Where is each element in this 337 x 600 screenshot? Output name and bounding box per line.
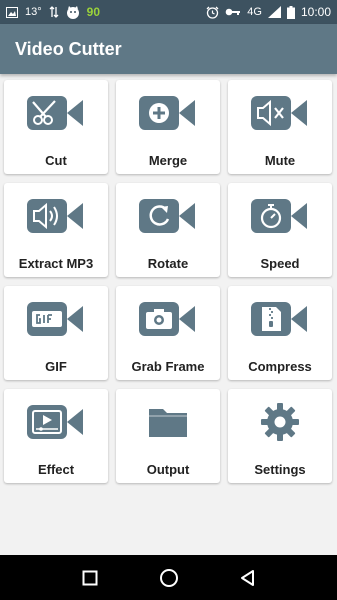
mute-video-icon	[251, 93, 309, 133]
merge-button[interactable]: Merge	[116, 80, 220, 174]
gif-label: GIF	[45, 359, 67, 374]
network-type-text: 4G	[247, 6, 262, 18]
extract-mp3-label: Extract MP3	[18, 256, 94, 271]
compress-label: Compress	[248, 359, 312, 374]
effect-button[interactable]: Effect	[4, 389, 108, 483]
status-bar: 13° 90 4G 10:00	[0, 0, 337, 24]
output-button[interactable]: Output	[116, 389, 220, 483]
speed-button[interactable]: Speed	[228, 183, 332, 277]
gear-icon	[251, 402, 309, 442]
grab-frame-button[interactable]: Grab Frame	[116, 286, 220, 380]
output-label: Output	[146, 462, 190, 477]
data-transfer-icon	[49, 6, 59, 18]
temperature-text: 13°	[25, 6, 42, 18]
rotate-video-icon	[139, 196, 197, 236]
effect-label: Effect	[37, 462, 75, 477]
merge-label: Merge	[148, 153, 188, 168]
cut-label: Cut	[45, 153, 67, 168]
extract-mp3-button[interactable]: Extract MP3	[4, 183, 108, 277]
cut-button[interactable]: Cut	[4, 80, 108, 174]
stopwatch-video-icon	[251, 196, 309, 236]
settings-button[interactable]: Settings	[228, 389, 332, 483]
key-icon	[225, 7, 241, 17]
mute-label: Mute	[264, 153, 296, 168]
plus-video-icon	[139, 93, 197, 133]
compress-button[interactable]: Compress	[228, 286, 332, 380]
battery-percent-text: 90	[86, 5, 100, 19]
app-bar: Video Cutter	[0, 24, 337, 74]
folder-icon	[139, 402, 197, 442]
grab-frame-label: Grab Frame	[131, 359, 205, 374]
alarm-icon	[206, 6, 219, 19]
clock-text: 10:00	[300, 5, 331, 19]
app-title: Video Cutter	[15, 38, 122, 59]
cat-icon	[66, 5, 80, 19]
speaker-video-icon	[27, 196, 85, 236]
image-icon	[6, 6, 18, 18]
gif-button[interactable]: GIF	[4, 286, 108, 380]
settings-label: Settings	[254, 462, 306, 477]
speed-label: Speed	[260, 256, 300, 271]
signal-icon	[267, 6, 281, 18]
rotate-label: Rotate	[147, 256, 189, 271]
tool-grid: Cut Merge Mute Extract MP3 Rotate Speed …	[4, 80, 333, 483]
camera-video-icon	[139, 299, 197, 339]
navigation-bar	[0, 555, 337, 600]
back-triangle-icon[interactable]	[228, 558, 268, 598]
scissors-video-icon	[27, 93, 85, 133]
effect-video-icon	[27, 402, 85, 442]
mute-button[interactable]: Mute	[228, 80, 332, 174]
recents-square-icon[interactable]	[70, 558, 110, 598]
battery-icon	[286, 5, 295, 19]
zip-video-icon	[251, 299, 309, 339]
home-circle-icon[interactable]	[149, 558, 189, 598]
gif-video-icon	[27, 299, 85, 339]
rotate-button[interactable]: Rotate	[116, 183, 220, 277]
